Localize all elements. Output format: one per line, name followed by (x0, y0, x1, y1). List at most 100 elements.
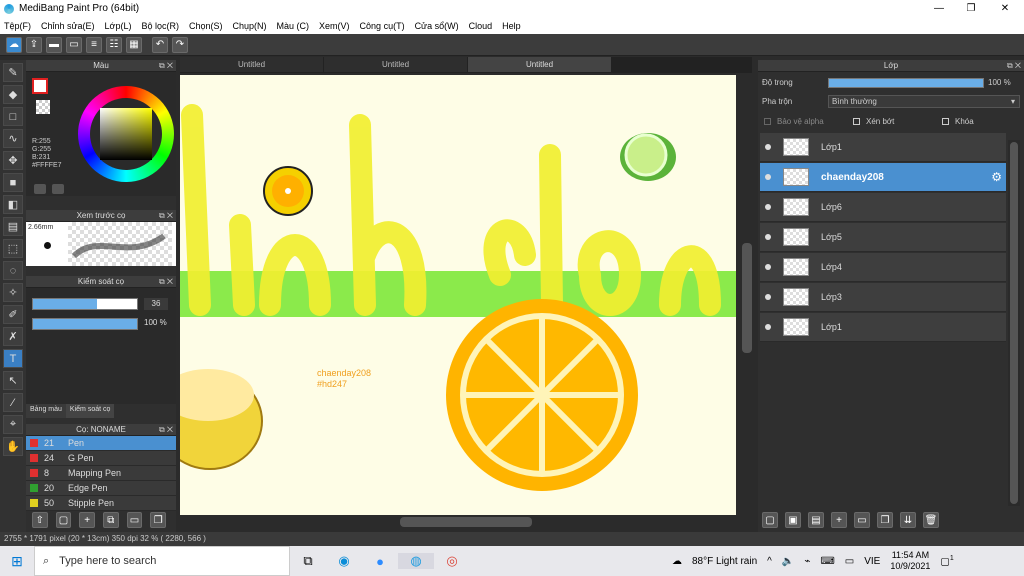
grid-icon[interactable]: ▦ (126, 36, 142, 53)
minimize-button[interactable]: — (922, 0, 956, 17)
eraser-tool-icon[interactable]: ◆ (3, 85, 23, 104)
tab-untitled-1[interactable]: Untitled (180, 57, 324, 72)
operation-tool-icon[interactable]: ↖ (3, 371, 23, 390)
chrome-icon[interactable]: ◎ (434, 553, 470, 569)
menu-snap[interactable]: Chụp(N) (233, 21, 267, 31)
search-box[interactable]: ⌕ Type here to search (34, 546, 290, 576)
size-value[interactable]: 36 (144, 298, 168, 310)
secondary-color-swatch[interactable] (36, 100, 50, 114)
new-brush-icon[interactable]: ▢ (55, 512, 72, 528)
tab-untitled-3[interactable]: Untitled (468, 57, 612, 72)
clock[interactable]: 11:54 AM 10/9/2021 (890, 550, 930, 572)
horizontal-scroll-thumb[interactable] (400, 517, 532, 527)
new-8bit-layer-icon[interactable]: ▤ (808, 512, 824, 528)
menu-help[interactable]: Help (502, 21, 521, 31)
bucket-tool-icon[interactable]: ◧ (3, 195, 23, 214)
list-icon[interactable]: ☷ (106, 36, 122, 53)
panel-close-icon[interactable]: ⧉ ✕ (159, 424, 173, 436)
canvas-area[interactable]: chaenday208 #hd247 (180, 73, 740, 515)
zoom-app-icon[interactable]: ● (362, 554, 398, 569)
add-layer-icon[interactable]: + (831, 512, 847, 528)
brush-item[interactable]: 24 G Pen (26, 451, 176, 466)
visibility-icon[interactable] (765, 144, 771, 150)
new-layer-icon[interactable]: ▢ (762, 512, 778, 528)
task-view-icon[interactable]: ⧉ (290, 553, 326, 569)
new-halftone-layer-icon[interactable]: ▣ (785, 512, 801, 528)
visibility-icon[interactable] (765, 264, 771, 270)
menu-edit[interactable]: Chỉnh sửa(E) (41, 21, 95, 31)
layer-row[interactable]: Lớp5 (760, 223, 1006, 252)
medibang-taskbar-icon[interactable]: ◍ (398, 553, 434, 569)
comment-icon[interactable]: ▬ (46, 36, 62, 53)
volume-icon[interactable]: 🔈 (782, 556, 794, 567)
layer-opacity-slider[interactable] (828, 78, 984, 88)
panel-close-icon[interactable]: ⧉ ✕ (159, 210, 173, 222)
add-brush-icon[interactable]: + (79, 512, 96, 528)
share-icon[interactable]: ⇪ (26, 36, 42, 53)
brush-tool-icon[interactable]: ✎ (3, 63, 23, 82)
layer-row[interactable]: Lớp1 (760, 313, 1006, 342)
cloud-icon[interactable]: ☁ (6, 36, 22, 53)
visibility-icon[interactable] (765, 234, 771, 240)
folder-icon[interactable]: ▭ (126, 512, 143, 528)
panel-close-icon[interactable]: ⧉ ✕ (159, 276, 173, 288)
layer-row[interactable]: Lớp1 (760, 133, 1006, 162)
horizontal-scrollbar[interactable] (180, 515, 754, 529)
fill-shape-tool-icon[interactable]: ■ (3, 173, 23, 192)
brush-item[interactable]: 20 Edge Pen (26, 481, 176, 496)
protect-alpha-checkbox[interactable] (764, 118, 771, 125)
opacity-slider[interactable] (32, 318, 138, 330)
color-mode-icon[interactable] (52, 184, 64, 194)
gradient-tool-icon[interactable]: ▤ (3, 217, 23, 236)
layer-row[interactable]: Lớp6 (760, 193, 1006, 222)
menu-file[interactable]: Tệp(F) (4, 21, 31, 31)
menu-layer[interactable]: Lớp(L) (105, 21, 132, 31)
rectangle-tool-icon[interactable]: □ (3, 107, 23, 126)
primary-color-swatch[interactable] (32, 78, 48, 94)
panel-close-icon[interactable]: ⧉ ✕ (1007, 60, 1021, 72)
visibility-icon[interactable] (765, 174, 771, 180)
vertical-scroll-thumb[interactable] (742, 243, 752, 353)
menu-select[interactable]: Chọn(S) (189, 21, 223, 31)
select-eraser-tool-icon[interactable]: ✗ (3, 327, 23, 346)
visibility-icon[interactable] (765, 324, 771, 330)
upload-brush-icon[interactable]: ⇧ (32, 512, 48, 528)
duplicate-layer-icon[interactable]: ❐ (877, 512, 893, 528)
keyboard-icon[interactable]: ⌨ (820, 556, 834, 567)
menu-window[interactable]: Cửa sổ(W) (415, 21, 459, 31)
layer-row[interactable]: Lớp3 (760, 283, 1006, 312)
layer-row[interactable]: Lớp4 (760, 253, 1006, 282)
select-tool-icon[interactable]: ⬚ (3, 239, 23, 258)
duplicate-icon[interactable]: ❐ (150, 512, 167, 528)
layer-scrollbar[interactable] (1008, 140, 1020, 506)
menu-filter[interactable]: Bộ lọc(R) (141, 21, 179, 31)
drawing-canvas[interactable]: chaenday208 #hd247 (180, 75, 736, 515)
palette-icon[interactable] (34, 184, 46, 194)
tab-untitled-2[interactable]: Untitled (324, 57, 468, 72)
lock-checkbox[interactable] (942, 118, 949, 125)
menu-view[interactable]: Xem(V) (319, 21, 350, 31)
network-icon[interactable]: ⌁ (804, 556, 810, 567)
visibility-icon[interactable] (765, 204, 771, 210)
panel-close-icon[interactable]: ⧉ ✕ (159, 60, 173, 72)
clip-checkbox[interactable] (853, 118, 860, 125)
eyedropper-tool-icon[interactable]: ⌖ (3, 415, 23, 434)
delete-layer-icon[interactable]: 🗑 (923, 512, 939, 528)
tab-brush-control[interactable]: Kiểm soát cọ (65, 404, 115, 418)
dot-tool-icon[interactable]: ∿ (3, 129, 23, 148)
visibility-icon[interactable] (765, 294, 771, 300)
layer-row[interactable]: chaenday208 ⚙ (760, 163, 1006, 192)
lasso-tool-icon[interactable]: ◌ (3, 261, 23, 280)
move-tool-icon[interactable]: ✥ (3, 151, 23, 170)
copy-brush-icon[interactable]: ⧉ (103, 512, 119, 528)
windows-start-icon[interactable]: ⊞ (0, 546, 34, 576)
weather-icon[interactable]: ☁ (672, 556, 682, 567)
brush-item[interactable]: 50 Stipple Pen (26, 496, 176, 511)
vertical-scrollbar[interactable] (740, 73, 754, 515)
close-button[interactable]: ✕ (988, 0, 1022, 17)
menu-tools[interactable]: Công cụ(T) (360, 21, 405, 31)
maximize-button[interactable]: ❐ (954, 0, 988, 17)
gear-icon[interactable]: ⚙ (991, 170, 1002, 184)
size-slider[interactable] (32, 298, 138, 310)
folder-icon[interactable]: ▭ (854, 512, 870, 528)
